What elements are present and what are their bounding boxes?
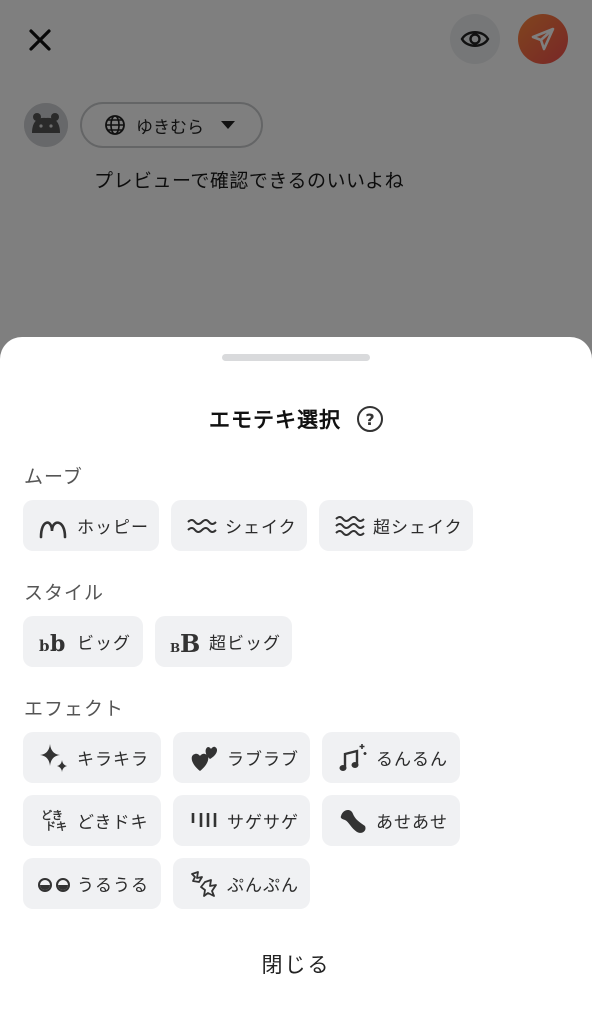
anger-sparks-icon xyxy=(187,867,221,901)
chip-sagesage[interactable]: サゲサゲ xyxy=(173,795,310,846)
big-text-icon: b b xyxy=(37,625,71,659)
chip-runrun[interactable]: るんるん xyxy=(322,732,460,783)
sheet-drag-handle[interactable] xyxy=(222,354,370,361)
shake-waves-icon xyxy=(185,509,219,543)
sheet-title: エモテキ選択 xyxy=(209,408,341,432)
emotext-sheet: エモテキ選択 ? ムーブ ホッピー シェイク 超シェイク スタイル b b ビッ… xyxy=(0,337,592,1024)
teary-eyes-icon xyxy=(37,867,71,901)
chip-super-big[interactable]: B B 超ビッグ xyxy=(155,616,292,667)
chip-dokidoki[interactable]: どき ドキ どきドキ xyxy=(23,795,161,846)
chip-shake[interactable]: シェイク xyxy=(171,500,307,551)
super-big-text-icon: B B xyxy=(169,625,203,659)
section-label-effect: エフェクト xyxy=(24,698,125,720)
sheet-header: エモテキ選択 ? xyxy=(0,401,592,437)
chip-loveLove[interactable]: ラブラブ xyxy=(173,732,310,783)
chip-punpun[interactable]: ぷんぷん xyxy=(173,858,310,909)
svg-text:b: b xyxy=(39,637,50,655)
chip-aseasel[interactable]: あせあせ xyxy=(322,795,460,846)
section-label-move: ムーブ xyxy=(24,466,83,488)
sparkle-icon xyxy=(37,741,71,775)
svg-text:B: B xyxy=(180,629,200,656)
svg-text:b: b xyxy=(50,631,65,655)
chip-super-shake[interactable]: 超シェイク xyxy=(319,500,473,551)
section-label-style: スタイル xyxy=(24,582,105,604)
music-note-icon xyxy=(336,741,370,775)
chip-big[interactable]: b b ビッグ xyxy=(23,616,143,667)
sweat-drop-icon xyxy=(336,804,370,838)
hop-arc-icon xyxy=(37,509,71,543)
close-sheet-button[interactable]: 閉じる xyxy=(0,949,592,979)
help-icon[interactable]: ? xyxy=(357,406,383,432)
super-shake-waves-icon xyxy=(333,509,367,543)
svg-text:B: B xyxy=(170,641,180,655)
down-lines-icon xyxy=(187,804,221,838)
hearts-icon xyxy=(187,741,221,775)
chip-uruuru[interactable]: うるうる xyxy=(23,858,161,909)
chip-hoppy[interactable]: ホッピー xyxy=(23,500,159,551)
chip-kirakira[interactable]: キラキラ xyxy=(23,732,161,783)
dokidoki-icon: どき ドキ xyxy=(41,808,67,833)
